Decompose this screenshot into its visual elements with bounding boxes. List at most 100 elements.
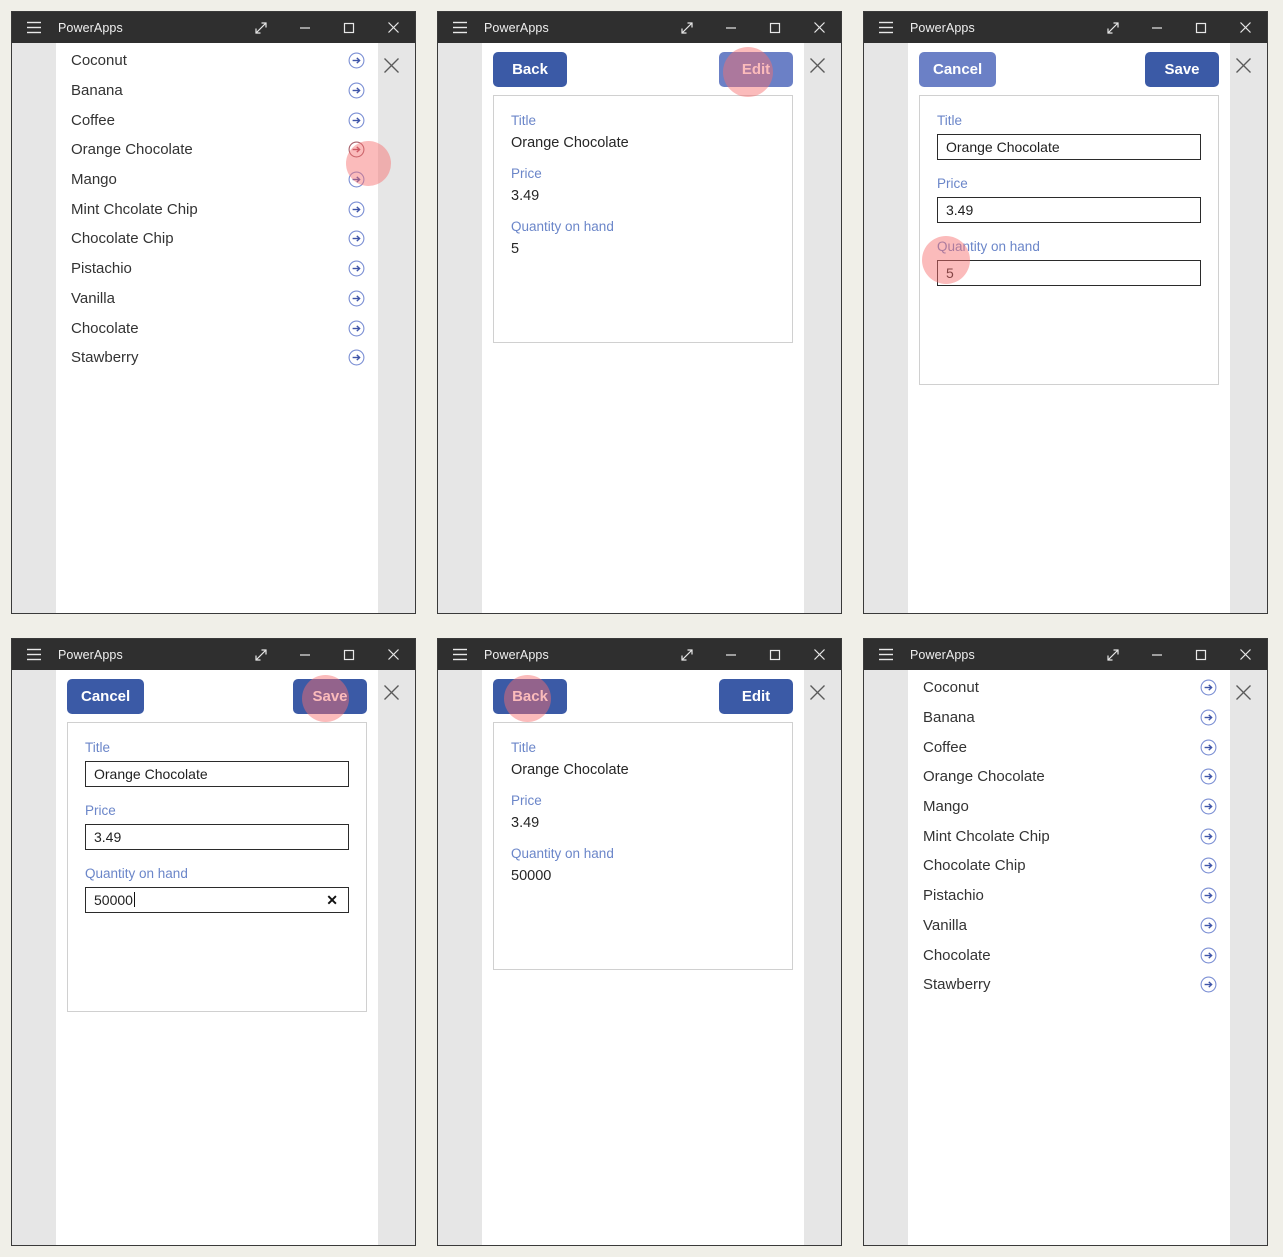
- arrow-circle-right-icon[interactable]: [1200, 768, 1217, 785]
- arrow-circle-right-icon[interactable]: [1200, 857, 1217, 874]
- price-input[interactable]: 3.49: [937, 196, 1201, 223]
- list-item[interactable]: Coffee: [56, 105, 378, 135]
- list-item-orange-chocolate[interactable]: Orange Chocolate: [908, 762, 1230, 792]
- edit-button[interactable]: Edit: [719, 51, 793, 87]
- arrow-circle-right-icon[interactable]: [348, 82, 365, 99]
- close-icon[interactable]: [1229, 678, 1257, 706]
- close-icon[interactable]: [1223, 12, 1267, 43]
- arrow-circle-right-icon[interactable]: [348, 230, 365, 247]
- back-button[interactable]: Back: [493, 678, 567, 714]
- list-item[interactable]: Mint Chcolate Chip: [56, 194, 378, 224]
- field-label: Quantity on hand: [85, 865, 188, 881]
- hamburger-icon[interactable]: [864, 639, 908, 670]
- close-icon[interactable]: [377, 678, 405, 706]
- price-input[interactable]: 3.49: [85, 823, 349, 850]
- list-item[interactable]: Banana: [908, 703, 1230, 733]
- list-item[interactable]: Vanilla: [908, 911, 1230, 941]
- close-icon[interactable]: [371, 639, 415, 670]
- field-title: Title Orange Chocolate: [511, 113, 775, 152]
- clear-x-icon[interactable]: ✕: [326, 893, 340, 907]
- expand-diagonal-icon[interactable]: [239, 12, 283, 43]
- cancel-button[interactable]: Cancel: [67, 678, 145, 714]
- arrow-circle-right-icon[interactable]: [1200, 709, 1217, 726]
- hamburger-icon[interactable]: [12, 639, 56, 670]
- list-item[interactable]: Coconut: [908, 673, 1230, 703]
- title-input[interactable]: Orange Chocolate: [85, 760, 349, 787]
- field-value: Orange Chocolate: [511, 761, 629, 778]
- arrow-circle-right-icon[interactable]: [348, 201, 365, 218]
- arrow-circle-right-icon[interactable]: [1200, 828, 1217, 845]
- list-item[interactable]: Coconut: [56, 46, 378, 76]
- maximize-icon[interactable]: [753, 639, 797, 670]
- list-item[interactable]: Pistachio: [908, 881, 1230, 911]
- arrow-circle-right-icon[interactable]: [348, 171, 365, 188]
- arrow-circle-right-icon[interactable]: [348, 141, 365, 158]
- close-icon[interactable]: [803, 51, 831, 79]
- minimize-icon[interactable]: [709, 12, 753, 43]
- expand-diagonal-icon[interactable]: [665, 12, 709, 43]
- title-input[interactable]: Orange Chocolate: [937, 133, 1201, 160]
- arrow-circle-right-icon[interactable]: [348, 320, 365, 337]
- save-button[interactable]: Save: [1145, 51, 1219, 87]
- arrow-circle-right-icon[interactable]: [348, 52, 365, 69]
- arrow-circle-right-icon[interactable]: [1200, 798, 1217, 815]
- save-button[interactable]: Save: [293, 678, 367, 714]
- close-icon[interactable]: [797, 12, 841, 43]
- maximize-icon[interactable]: [753, 12, 797, 43]
- arrow-circle-right-icon[interactable]: [348, 112, 365, 129]
- hamburger-icon[interactable]: [12, 12, 56, 43]
- list-item[interactable]: Stawberry: [908, 970, 1230, 1000]
- cancel-button[interactable]: Cancel: [919, 51, 997, 87]
- arrow-circle-right-icon[interactable]: [348, 290, 365, 307]
- list-item[interactable]: Chocolate: [56, 313, 378, 343]
- minimize-icon[interactable]: [283, 639, 327, 670]
- close-icon[interactable]: [1223, 639, 1267, 670]
- hamburger-icon[interactable]: [438, 12, 482, 43]
- minimize-icon[interactable]: [1135, 639, 1179, 670]
- arrow-circle-right-icon[interactable]: [1200, 679, 1217, 696]
- edit-button[interactable]: Edit: [719, 678, 793, 714]
- list-item[interactable]: Chocolate Chip: [908, 851, 1230, 881]
- window-title: PowerApps: [910, 647, 975, 662]
- arrow-circle-right-icon[interactable]: [348, 349, 365, 366]
- back-button[interactable]: Back: [493, 51, 567, 87]
- close-icon[interactable]: [1229, 51, 1257, 79]
- close-icon[interactable]: [803, 678, 831, 706]
- arrow-circle-right-icon[interactable]: [1200, 947, 1217, 964]
- hamburger-icon[interactable]: [438, 639, 482, 670]
- list-item[interactable]: Mint Chcolate Chip: [908, 821, 1230, 851]
- maximize-icon[interactable]: [1179, 639, 1223, 670]
- arrow-circle-right-icon[interactable]: [1200, 739, 1217, 756]
- arrow-circle-right-icon[interactable]: [1200, 976, 1217, 993]
- list-item[interactable]: Vanilla: [56, 284, 378, 314]
- expand-diagonal-icon[interactable]: [665, 639, 709, 670]
- expand-diagonal-icon[interactable]: [1091, 639, 1135, 670]
- minimize-icon[interactable]: [1135, 12, 1179, 43]
- maximize-icon[interactable]: [327, 639, 371, 670]
- list-item[interactable]: Pistachio: [56, 254, 378, 284]
- list-item[interactable]: Stawberry: [56, 343, 378, 373]
- hamburger-icon[interactable]: [864, 12, 908, 43]
- quantity-input[interactable]: 50000 ✕: [85, 886, 349, 913]
- list-item-orange-chocolate[interactable]: Orange Chocolate: [56, 135, 378, 165]
- list-item[interactable]: Mango: [56, 165, 378, 195]
- expand-diagonal-icon[interactable]: [239, 639, 283, 670]
- close-icon[interactable]: [371, 12, 415, 43]
- close-icon[interactable]: [797, 639, 841, 670]
- arrow-circle-right-icon[interactable]: [348, 260, 365, 277]
- list-item[interactable]: Banana: [56, 76, 378, 106]
- arrow-circle-right-icon[interactable]: [1200, 887, 1217, 904]
- close-icon[interactable]: [377, 51, 405, 79]
- list-item[interactable]: Chocolate: [908, 940, 1230, 970]
- list-item[interactable]: Mango: [908, 792, 1230, 822]
- quantity-input[interactable]: 5: [937, 259, 1201, 286]
- list-item[interactable]: Coffee: [908, 732, 1230, 762]
- field-title: Title Orange Chocolate: [511, 740, 775, 779]
- maximize-icon[interactable]: [1179, 12, 1223, 43]
- maximize-icon[interactable]: [327, 12, 371, 43]
- expand-diagonal-icon[interactable]: [1091, 12, 1135, 43]
- arrow-circle-right-icon[interactable]: [1200, 917, 1217, 934]
- minimize-icon[interactable]: [709, 639, 753, 670]
- list-item[interactable]: Chocolate Chip: [56, 224, 378, 254]
- minimize-icon[interactable]: [283, 12, 327, 43]
